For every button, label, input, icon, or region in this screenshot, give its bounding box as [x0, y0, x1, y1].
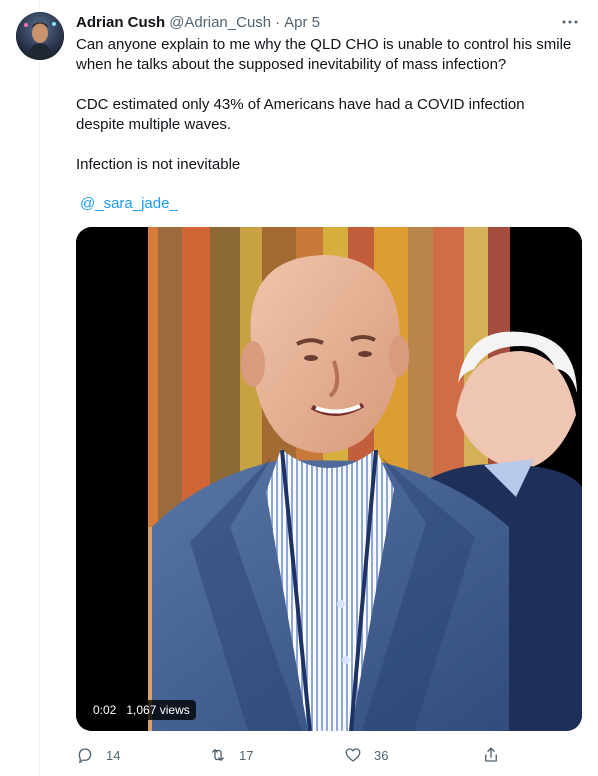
avatar[interactable] [16, 12, 64, 60]
tweet-date[interactable]: Apr 5 [284, 14, 320, 31]
mention-link[interactable]: @_sara_jade_ [80, 195, 178, 212]
reply-icon [78, 748, 92, 764]
tweet-text: Can anyone explain to me why the QLD CHO… [76, 35, 574, 195]
author-handle[interactable]: @Adrian_Cush [169, 14, 271, 31]
avatar-photo [16, 12, 64, 60]
heart-icon [345, 748, 361, 762]
retweet-button[interactable]: 17 [209, 742, 253, 768]
video-frame [76, 227, 582, 731]
retweet-count: 17 [239, 747, 254, 763]
author-name[interactable]: Adrian Cush [76, 14, 165, 31]
share-icon [485, 747, 497, 762]
like-button[interactable]: 36 [344, 742, 388, 768]
retweet-icon [212, 749, 224, 761]
more-horizontal-icon [562, 20, 578, 24]
video-time: 0:02 [93, 703, 117, 717]
tweet[interactable]: Adrian Cush @Adrian_Cush · Apr 5 Can any… [0, 0, 598, 776]
tweet-paragraph: Infection is not inevitable [76, 156, 241, 173]
thread-line [39, 0, 40, 776]
video-views: 1,067 views [126, 703, 190, 717]
video-stats-badge: 0:02 1,067 views [87, 700, 196, 720]
video-player[interactable]: 0:02 1,067 views [76, 227, 582, 731]
tweet-paragraph: CDC estimated only 43% of Americans have… [76, 96, 525, 133]
reply-count: 14 [106, 747, 121, 763]
tweet-paragraph: Can anyone explain to me why the QLD CHO… [76, 36, 572, 73]
tweet-actions: 14 17 36 [76, 742, 506, 768]
reply-button[interactable]: 14 [76, 742, 120, 768]
separator: · [275, 13, 281, 31]
like-count: 36 [374, 747, 389, 763]
share-button[interactable] [482, 742, 500, 768]
tweet-header: Adrian Cush @Adrian_Cush · Apr 5 [76, 12, 320, 32]
more-options-button[interactable] [560, 12, 580, 32]
